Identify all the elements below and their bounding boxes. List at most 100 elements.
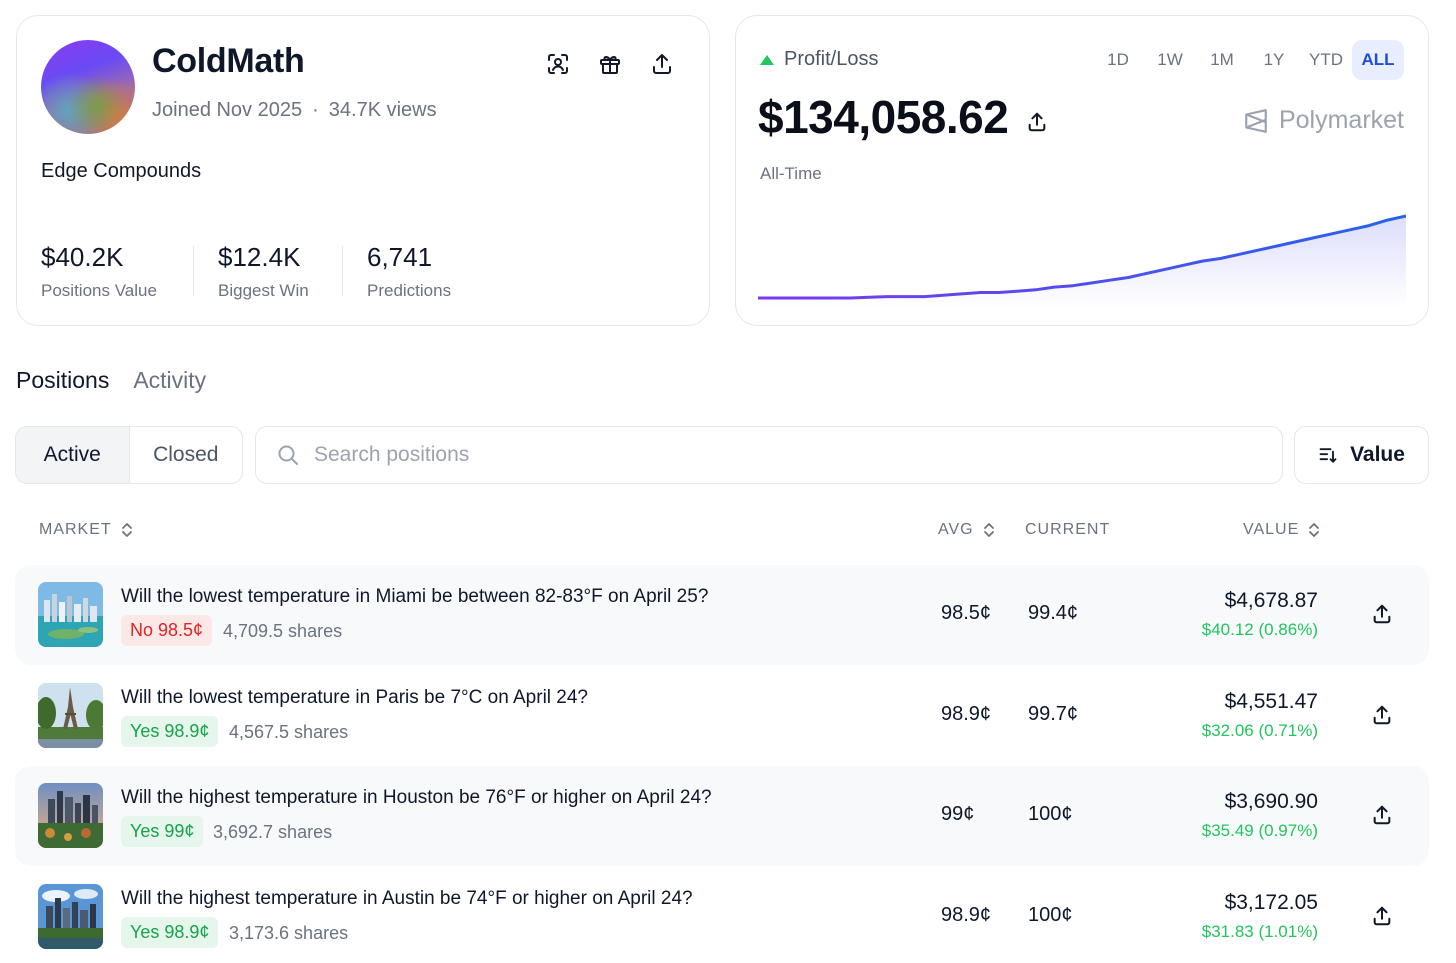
status-toggle: Active Closed [15, 426, 243, 484]
pnl-period: All-Time [760, 164, 822, 183]
share-icon[interactable] [1371, 603, 1393, 625]
position-value: $3,172.05 [1224, 891, 1318, 914]
share-icon[interactable] [1371, 704, 1393, 726]
tab-bar: Positions Activity [16, 367, 206, 394]
gift-icon[interactable] [595, 49, 625, 79]
pnl-value-row: $134,058.62 [758, 90, 1048, 144]
filter-closed[interactable]: Closed [130, 427, 243, 483]
stat-label: Biggest Win [218, 281, 309, 300]
header-value-label: VALUE [1243, 521, 1300, 538]
tab-positions[interactable]: Positions [16, 367, 109, 394]
header-value[interactable]: VALUE [1243, 521, 1321, 539]
pnl-area [758, 216, 1406, 308]
stat-divider [342, 246, 343, 296]
header-avg[interactable]: AVG [938, 521, 996, 539]
current-price: 99.4¢ [1028, 602, 1079, 624]
brand-name: Polymarket [1278, 106, 1404, 134]
share-count: 3,173.6 shares [229, 923, 349, 943]
username: ColdMath [152, 42, 305, 80]
polymarket-logo-icon [1245, 108, 1267, 133]
table-row[interactable]: Will the lowest temperature in Miami be … [15, 565, 1429, 665]
position-change: $40.12 (0.86%) [1201, 620, 1318, 639]
share-icon[interactable] [647, 49, 677, 79]
search-input[interactable]: Search positions [255, 426, 1283, 484]
range-all[interactable]: ALL [1352, 40, 1404, 80]
sort-icon [1319, 448, 1337, 463]
header-avg-label: AVG [938, 521, 974, 538]
stat-value: $40.2K [41, 242, 124, 272]
outcome-badge: Yes 99¢ [121, 816, 204, 847]
market-title[interactable]: Will the lowest temperature in Paris be … [121, 687, 588, 709]
avg-price: 99¢ [941, 803, 975, 825]
outcome-badge: Yes 98.9¢ [121, 917, 219, 948]
view-count: 34.7K views [328, 99, 437, 121]
outcome-badge: No 98.5¢ [121, 615, 213, 646]
market-title[interactable]: Will the highest temperature in Houston … [121, 787, 712, 809]
share-icon[interactable] [1371, 804, 1393, 826]
search-placeholder: Search positions [314, 443, 470, 466]
outcome-badge: Yes 98.9¢ [121, 716, 219, 747]
profile-card: ColdMath Joined Nov 2025 · 34.7K views Edg… [16, 15, 710, 326]
market-thumbnail-houston [38, 783, 103, 848]
range-1d[interactable]: 1D [1092, 40, 1144, 80]
stat-positions-value: $40.2K Positions Value [41, 242, 157, 301]
market-thumbnail-miami [38, 582, 103, 647]
pnl-label: Profit/Loss [784, 48, 879, 70]
range-ytd[interactable]: YTD [1300, 40, 1352, 80]
market-title[interactable]: Will the highest temperature in Austin b… [121, 888, 693, 910]
avg-price: 98.5¢ [941, 602, 992, 624]
pnl-card: Profit/Loss 1D 1W 1M 1Y YTD ALL $134,058… [735, 15, 1429, 326]
filter-active[interactable]: Active [16, 427, 130, 483]
separator-dot: · [312, 99, 319, 121]
header-market[interactable]: MARKET [39, 521, 134, 539]
stat-value: $12.4K [218, 242, 301, 272]
stat-label: Positions Value [41, 281, 157, 300]
range-selector: 1D 1W 1M 1Y YTD ALL [1092, 40, 1404, 80]
market-thumbnail-austin [38, 884, 103, 949]
market-thumbnail-paris [38, 683, 103, 748]
range-1m[interactable]: 1M [1196, 40, 1248, 80]
search-icon [278, 445, 298, 465]
profile-meta: Joined Nov 2025 · 34.7K views [152, 99, 437, 122]
range-1y[interactable]: 1Y [1248, 40, 1300, 80]
avg-price: 98.9¢ [941, 703, 992, 725]
share-icon[interactable] [1026, 90, 1048, 144]
stat-predictions: 6,741 Predictions [367, 242, 451, 301]
position-value: $4,551.47 [1224, 690, 1318, 713]
brand: Polymarket [1243, 106, 1404, 135]
table-row[interactable]: Will the lowest temperature in Paris be … [15, 666, 1429, 766]
position-change: $32.06 (0.71%) [1201, 721, 1318, 740]
header-current: CURRENT [1025, 521, 1110, 539]
profile-bio: Edge Compounds [41, 160, 202, 182]
sort-label: Value [1350, 443, 1405, 466]
scan-user-icon[interactable] [543, 49, 573, 79]
position-change: $31.83 (1.01%) [1201, 922, 1318, 941]
header-market-label: MARKET [39, 521, 112, 538]
share-count: 4,567.5 shares [229, 722, 349, 742]
position-value: $3,690.90 [1224, 790, 1318, 813]
position-change: $35.49 (0.97%) [1201, 821, 1318, 840]
range-1w[interactable]: 1W [1144, 40, 1196, 80]
up-triangle-icon [760, 54, 774, 65]
market-title[interactable]: Will the lowest temperature in Miami be … [121, 586, 708, 608]
share-count: 3,692.7 shares [213, 822, 333, 842]
stat-divider [193, 246, 194, 296]
pnl-value: $134,058.62 [758, 91, 1009, 143]
table-row[interactable]: Will the highest temperature in Austin b… [15, 867, 1429, 963]
sort-chevrons-icon [1309, 523, 1320, 537]
stat-value: 6,741 [367, 242, 433, 272]
current-price: 100¢ [1028, 803, 1073, 825]
sort-chevrons-icon [983, 523, 994, 537]
current-price: 100¢ [1028, 904, 1073, 926]
sort-button[interactable]: Value [1294, 426, 1429, 484]
stat-biggest-win: $12.4K Biggest Win [218, 242, 309, 301]
table-row[interactable]: Will the highest temperature in Houston … [15, 766, 1429, 866]
share-icon[interactable] [1371, 905, 1393, 927]
avatar[interactable] [41, 40, 135, 134]
sort-chevrons-icon [121, 523, 132, 537]
avg-price: 98.9¢ [941, 904, 992, 926]
tab-activity[interactable]: Activity [133, 367, 206, 394]
position-value: $4,678.87 [1224, 589, 1318, 612]
share-count: 4,709.5 shares [223, 621, 343, 641]
stat-label: Predictions [367, 281, 452, 300]
